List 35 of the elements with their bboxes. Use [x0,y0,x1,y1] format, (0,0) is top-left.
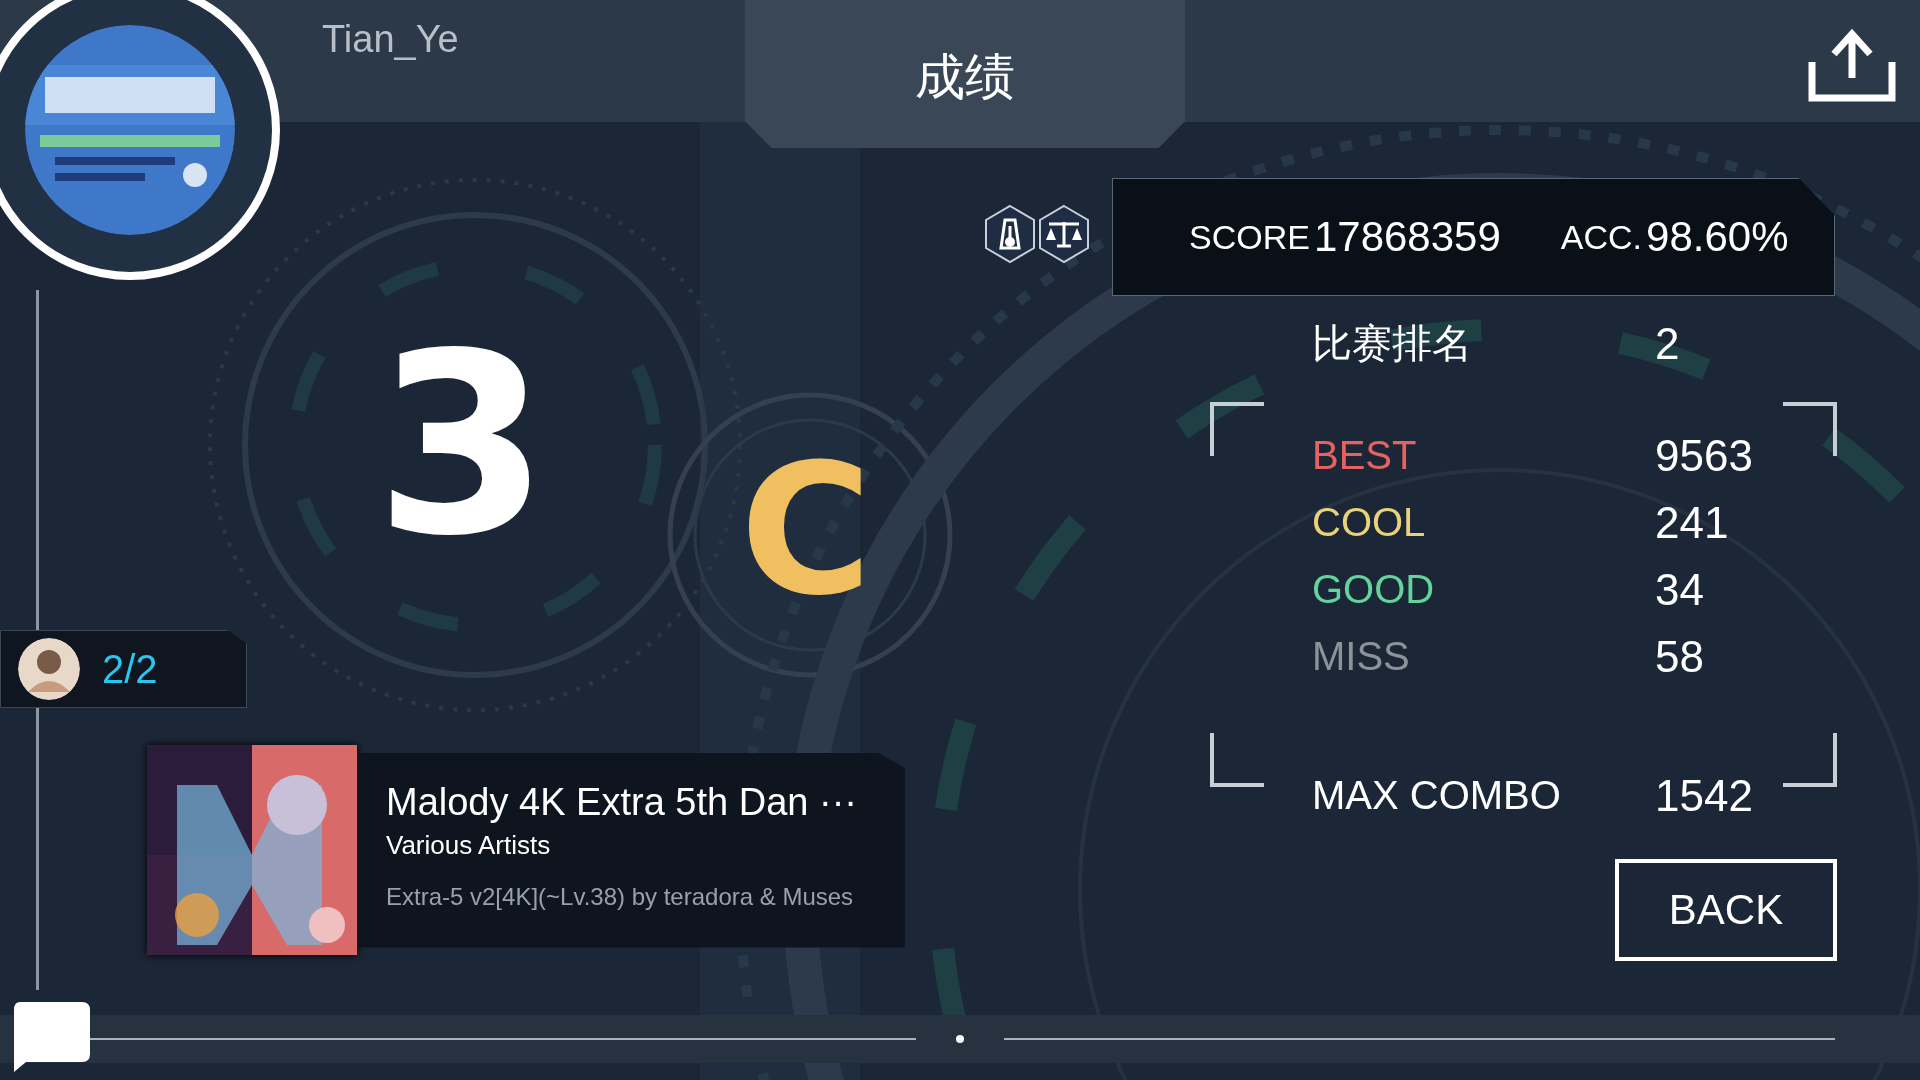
accuracy-value: 98.60% [1646,213,1789,261]
judgement-count: 241 [1655,497,1729,548]
score-label: SCORE [1189,217,1310,257]
song-title: Malody 4K Extra 5th Dan ··· [386,780,858,824]
page-dot-icon [956,1035,964,1043]
judgement-label: GOOD [1312,567,1436,612]
back-button[interactable]: BACK [1615,859,1837,961]
chat-icon[interactable] [12,1002,90,1072]
judgement-label: BEST [1312,433,1418,478]
metronome-icon [983,204,1037,264]
max-combo-value: 1542 [1655,770,1753,821]
song-artist: Various Artists [386,829,552,861]
judgement-label: MISS [1312,634,1411,679]
corner-bracket [1210,733,1264,787]
balance-scale-icon [1037,204,1091,264]
judgement-count: 9563 [1655,430,1753,481]
accuracy-label: ACC. [1560,217,1643,257]
score-value: 17868359 [1313,213,1501,261]
judgement-count: 34 [1655,564,1704,615]
judgement-count: 58 [1655,631,1704,682]
corner-bracket [1783,733,1837,787]
share-icon[interactable] [1808,28,1896,102]
corner-bracket [1783,402,1837,456]
username: Tian_Ye [322,18,459,61]
rank-number: 3 [375,320,549,570]
chart-name: Extra-5 v2[4K](~Lv.38) by teradora & Muses [386,882,855,911]
corner-bracket [1210,402,1264,456]
avatar-icon [18,638,80,700]
contest-rank-label: 比赛排名 [1312,319,1473,368]
contest-rank-value: 2 [1655,318,1680,369]
screen-title: 成绩 [915,47,1015,108]
player-position: 2/2 [102,646,158,692]
grade-letter: C [740,440,873,620]
judgement-label: COOL [1312,500,1427,545]
max-combo-label: MAX COMBO [1312,773,1562,818]
